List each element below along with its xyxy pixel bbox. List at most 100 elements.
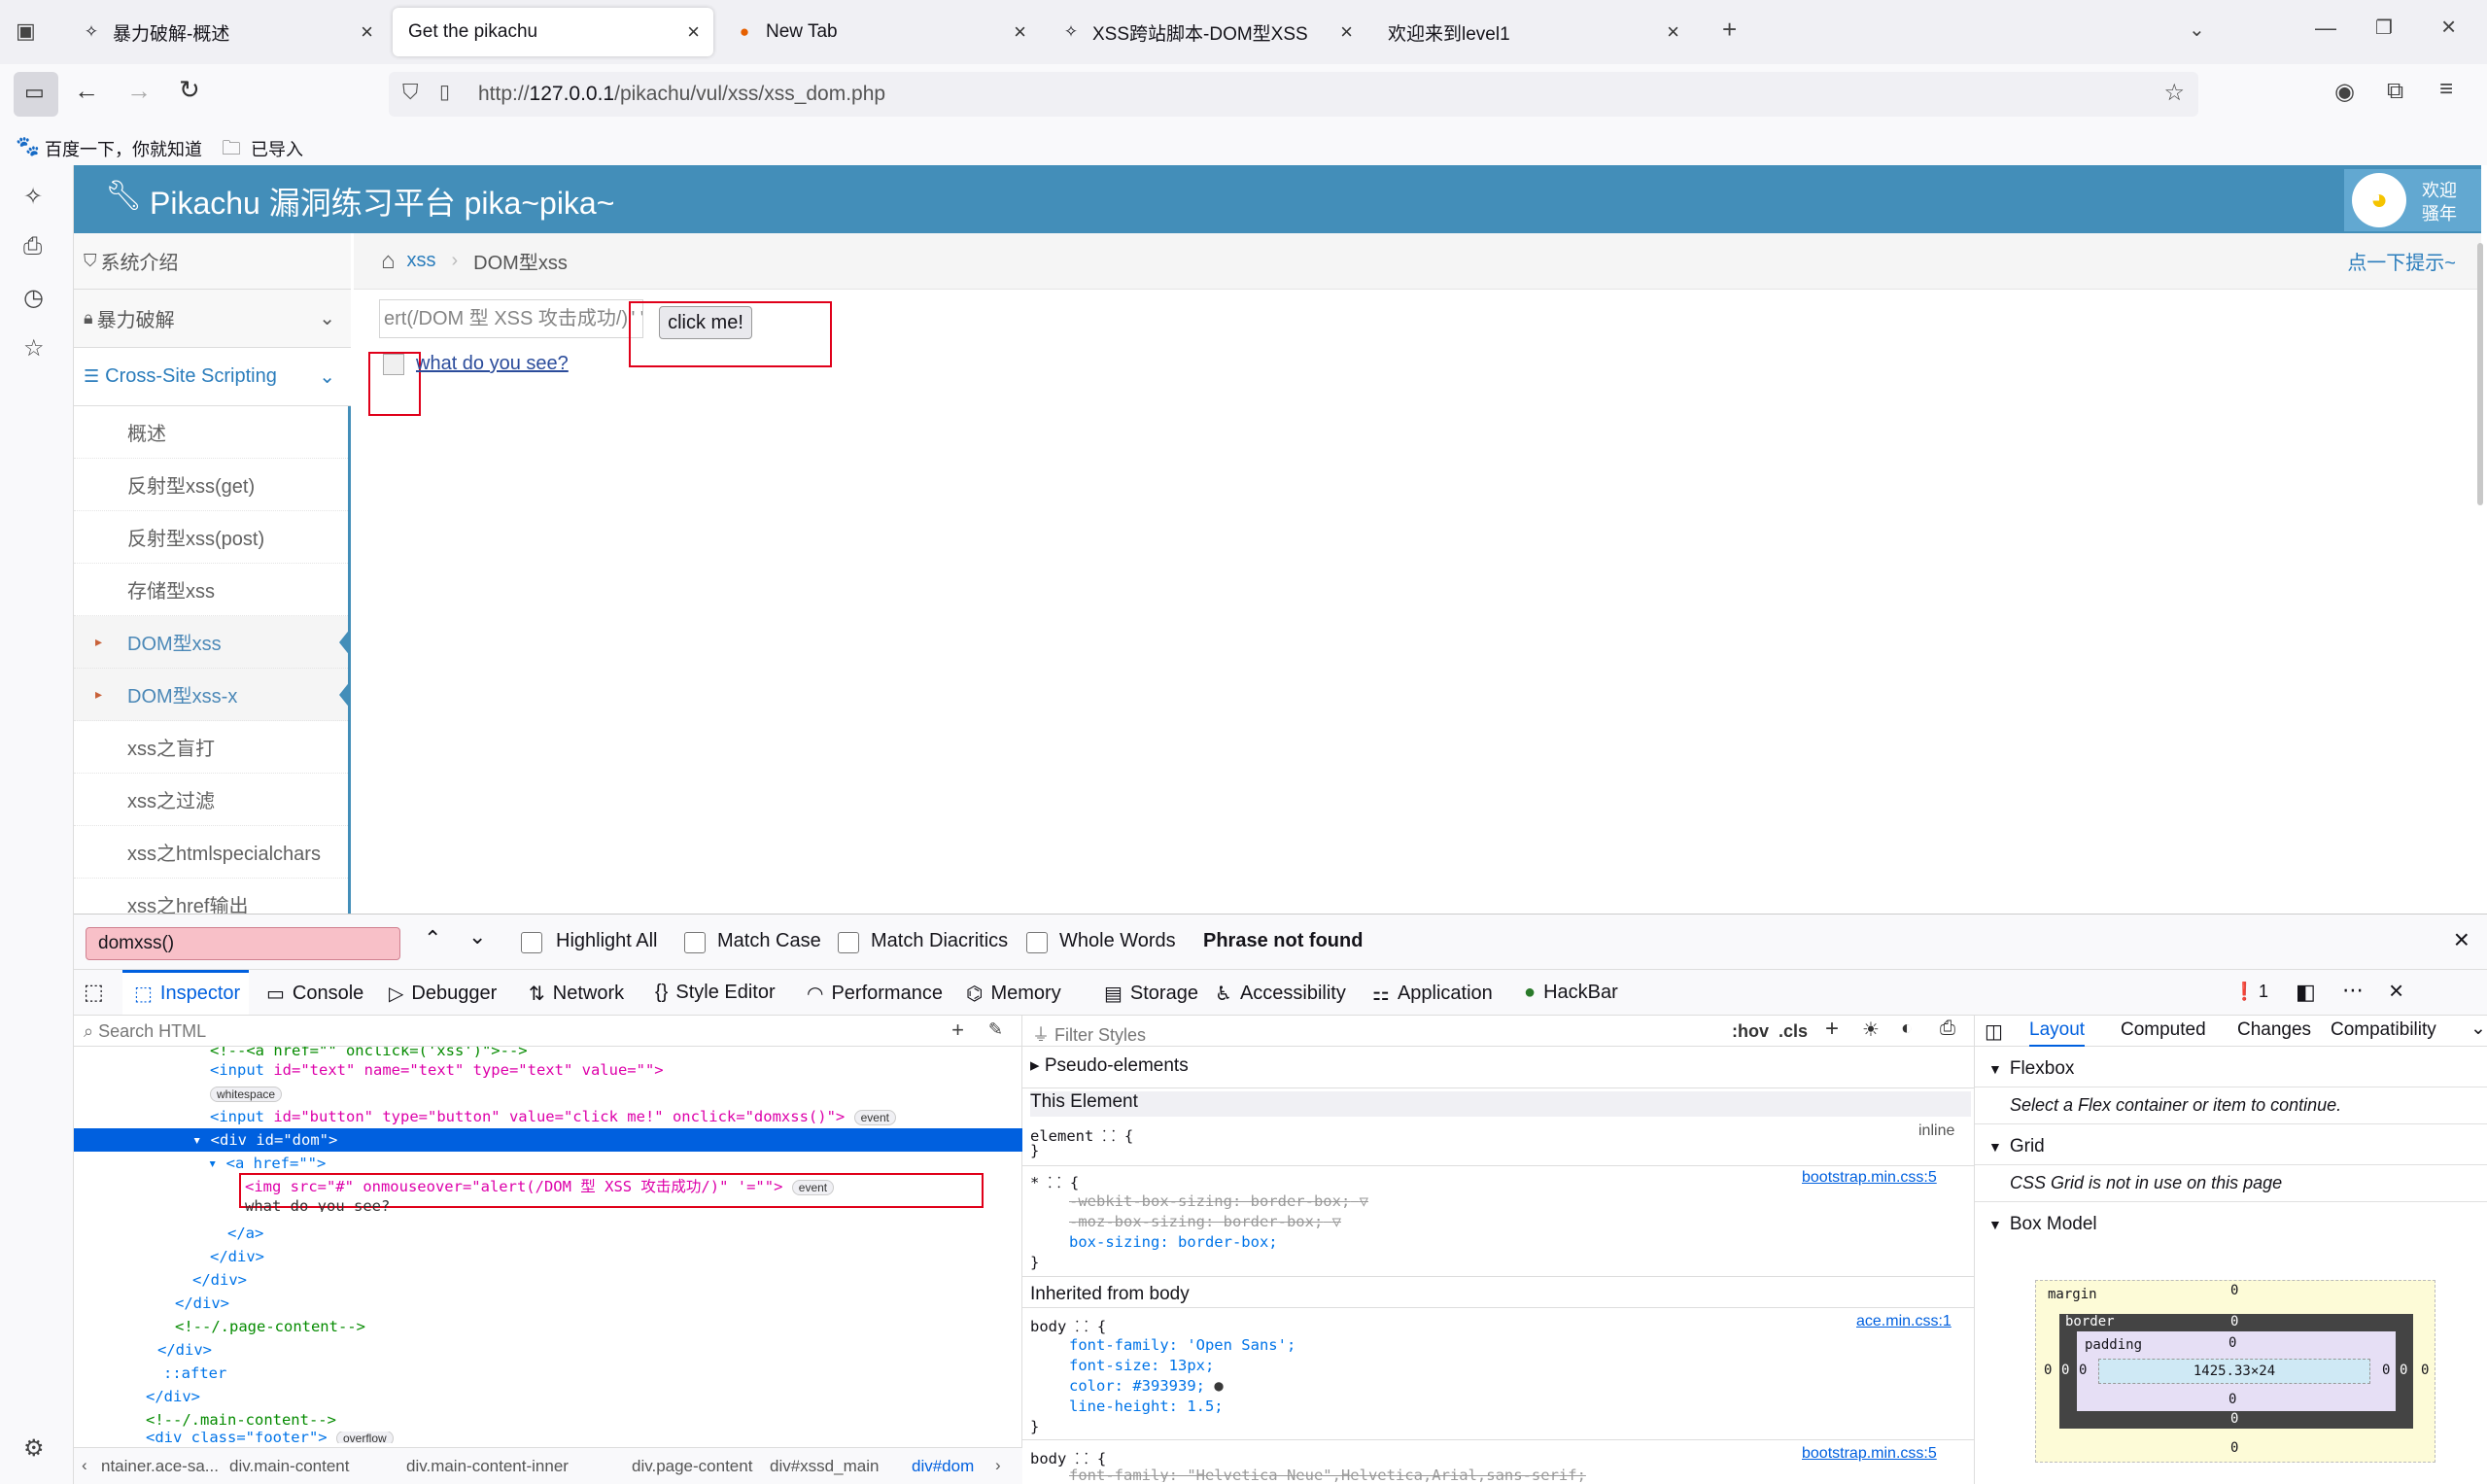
page-scrollbar[interactable]: [2477, 243, 2483, 505]
submenu-dom[interactable]: ▸ DOM型xss: [74, 616, 351, 669]
submenu-reflected-post[interactable]: 反射型xss(post): [74, 511, 348, 564]
markup-line[interactable]: </a>: [74, 1222, 1022, 1245]
submenu-reflected-get[interactable]: 反射型xss(get): [74, 459, 348, 511]
box-model-padding[interactable]: padding 0 0 0 0 1425.33×24: [2077, 1331, 2396, 1411]
chevron-left-icon[interactable]: ‹: [82, 1456, 87, 1475]
breadcrumb-link[interactable]: xss: [407, 250, 436, 272]
declaration[interactable]: color: #393939; ●: [1069, 1377, 1224, 1395]
filter-styles[interactable]: ⏚ Filter Styles :hov .cls + ☀ ◐ ⎙: [1022, 1016, 1975, 1047]
close-icon[interactable]: ×: [1340, 19, 1353, 45]
border-right-value[interactable]: 0: [2400, 1363, 2407, 1378]
gear-icon[interactable]: ⚙: [23, 1434, 45, 1463]
markup-line[interactable]: <!--<a href="" onclick=('xss')">-->: [74, 1047, 1022, 1058]
submenu-filter[interactable]: xss之过滤: [74, 774, 348, 826]
markup-line[interactable]: </div>: [74, 1292, 1022, 1315]
account-icon[interactable]: ◉: [2334, 78, 2355, 106]
tab-computed[interactable]: Computed: [2121, 1019, 2206, 1041]
markup-line[interactable]: </div>: [74, 1268, 1022, 1292]
find-previous-icon[interactable]: ⌃: [424, 926, 441, 951]
find-input[interactable]: domxss(): [86, 927, 400, 960]
rule-body[interactable]: body ⸬ {: [1030, 1315, 1106, 1336]
tab-debugger[interactable]: ▷ Debugger: [389, 982, 497, 1006]
tab-compatibility[interactable]: Compatibility: [2331, 1019, 2436, 1041]
rule-source-link[interactable]: bootstrap.min.css:5: [1802, 1169, 1937, 1187]
chevron-down-icon[interactable]: ⌄: [2189, 17, 2205, 42]
crumb-selected[interactable]: div#dom: [912, 1457, 974, 1476]
padding-right-value[interactable]: 0: [2382, 1363, 2390, 1378]
markup-line[interactable]: <input id="button" type="button" value="…: [74, 1105, 1022, 1128]
tab-memory[interactable]: ⌬ Memory: [966, 982, 1061, 1006]
padding-top-value[interactable]: 0: [2228, 1335, 2236, 1351]
search-html[interactable]: ⌕ Search HTML + ✎: [74, 1016, 1022, 1047]
crumb[interactable]: ntainer.ace-sa...: [101, 1457, 219, 1476]
markup-line[interactable]: <!--/.main-content-->: [74, 1408, 1022, 1432]
margin-top-value[interactable]: 0: [2230, 1283, 2238, 1298]
close-icon[interactable]: ×: [2389, 976, 2403, 1006]
markup-line[interactable]: </div>: [74, 1385, 1022, 1408]
rule-star[interactable]: * ⸬ {: [1030, 1171, 1079, 1192]
markup-line[interactable]: ▾ <a href="">: [74, 1152, 1022, 1175]
light-mode-icon[interactable]: ☀: [1862, 1018, 1880, 1042]
markup-badge[interactable]: event: [853, 1110, 896, 1125]
minimize-icon[interactable]: —: [2315, 16, 2336, 41]
submenu-dom-x[interactable]: ▸ DOM型xss-x: [74, 669, 351, 721]
markup-line[interactable]: whitespace: [74, 1082, 1022, 1105]
declaration[interactable]: box-sizing: border-box;: [1069, 1233, 1278, 1251]
user-menu[interactable]: ◕ 欢迎 骚年: [2344, 169, 2481, 231]
pseudo-elements-toggle[interactable]: ▸ Pseudo-elements: [1030, 1054, 1189, 1077]
close-icon[interactable]: ×: [1667, 19, 1679, 45]
markup-line[interactable]: <input id="text" name="text" type="text"…: [74, 1058, 1022, 1082]
color-swatch-icon[interactable]: ●: [1214, 1377, 1223, 1395]
restore-icon[interactable]: ❐: [2375, 16, 2393, 40]
history-icon[interactable]: ◷: [23, 284, 44, 312]
rule-element[interactable]: element ⸬ {: [1030, 1124, 1133, 1146]
whole-words-checkbox[interactable]: [1026, 932, 1048, 953]
hint-link[interactable]: 点一下提示~: [2347, 247, 2456, 275]
expand-icon[interactable]: ▾: [192, 1131, 211, 1149]
submenu-htmlspecialchars[interactable]: xss之htmlspecialchars: [74, 826, 348, 879]
tab-network[interactable]: ⇅ Network: [529, 982, 624, 1006]
menu-icon[interactable]: ≡: [2439, 76, 2453, 103]
tab-hackbar[interactable]: ● HackBar: [1524, 982, 1618, 1004]
markup-line[interactable]: </div>: [74, 1338, 1022, 1362]
tab-storage[interactable]: ▤ Storage: [1104, 982, 1198, 1006]
grid-section[interactable]: ▼ Grid: [1975, 1128, 2487, 1165]
rule-source-link[interactable]: ace.min.css:1: [1856, 1313, 1952, 1330]
markup-line-selected[interactable]: ▾ <div id="dom">: [74, 1128, 1022, 1152]
declaration-overridden[interactable]: font-family: "Helvetica Neue",Helvetica,…: [1069, 1467, 1586, 1482]
declaration[interactable]: font-family: 'Open Sans';: [1069, 1336, 1295, 1354]
border-top-value[interactable]: 0: [2230, 1314, 2238, 1329]
tab-performance[interactable]: ◠ Performance: [807, 982, 943, 1006]
tab-application[interactable]: ⚏ Application: [1372, 982, 1493, 1006]
add-rule-icon[interactable]: +: [1825, 1016, 1839, 1043]
submenu-overview[interactable]: 概述: [74, 406, 348, 459]
filter-icon[interactable]: ▽: [1332, 1213, 1341, 1230]
markup-line[interactable]: <div class="footer"> overflow: [74, 1432, 1022, 1443]
crumb[interactable]: div.main-content-inner: [406, 1457, 569, 1476]
flexbox-section[interactable]: ▼ Flexbox: [1975, 1051, 2487, 1087]
declaration-overridden[interactable]: -moz-box-sizing: border-box; ▽: [1069, 1213, 1341, 1230]
tab-accessibility[interactable]: ♿︎ Accessibility: [1215, 982, 1346, 1006]
markup-line[interactable]: ::after: [74, 1362, 1022, 1385]
element-picker-icon[interactable]: ⬚: [84, 980, 104, 1005]
tab-brute[interactable]: ✧ 暴力破解-概述 ×: [66, 8, 387, 56]
tab-list-icon[interactable]: ▣: [16, 18, 36, 44]
sidebar-toggle-button[interactable]: ▭: [14, 72, 58, 117]
tab-new[interactable]: ● New Tab ×: [719, 8, 1040, 56]
border-bottom-value[interactable]: 0: [2230, 1411, 2238, 1427]
menu-item-brute[interactable]: 🔒︎ 暴力破解 ⌄: [74, 290, 351, 348]
shield-icon[interactable]: ⛉: [402, 80, 419, 105]
bookmark-baidu[interactable]: 百度一下，你就知道: [45, 136, 202, 161]
window-close-icon[interactable]: ×: [2441, 12, 2456, 42]
border-left-value[interactable]: 0: [2061, 1363, 2069, 1378]
rule-source-link[interactable]: bootstrap.min.css:5: [1802, 1445, 1937, 1463]
extensions-icon[interactable]: ⧉: [2387, 78, 2403, 105]
crumb[interactable]: div.main-content: [229, 1457, 349, 1476]
markup-badge[interactable]: overflow: [335, 1432, 394, 1443]
home-icon[interactable]: ⌂: [381, 248, 396, 275]
dark-mode-icon[interactable]: ◐: [1901, 1018, 1913, 1040]
margin-bottom-value[interactable]: 0: [2230, 1440, 2238, 1456]
submenu-stored[interactable]: 存储型xss: [74, 564, 348, 616]
back-icon[interactable]: ←: [74, 76, 99, 106]
highlight-all-checkbox[interactable]: [521, 932, 542, 953]
